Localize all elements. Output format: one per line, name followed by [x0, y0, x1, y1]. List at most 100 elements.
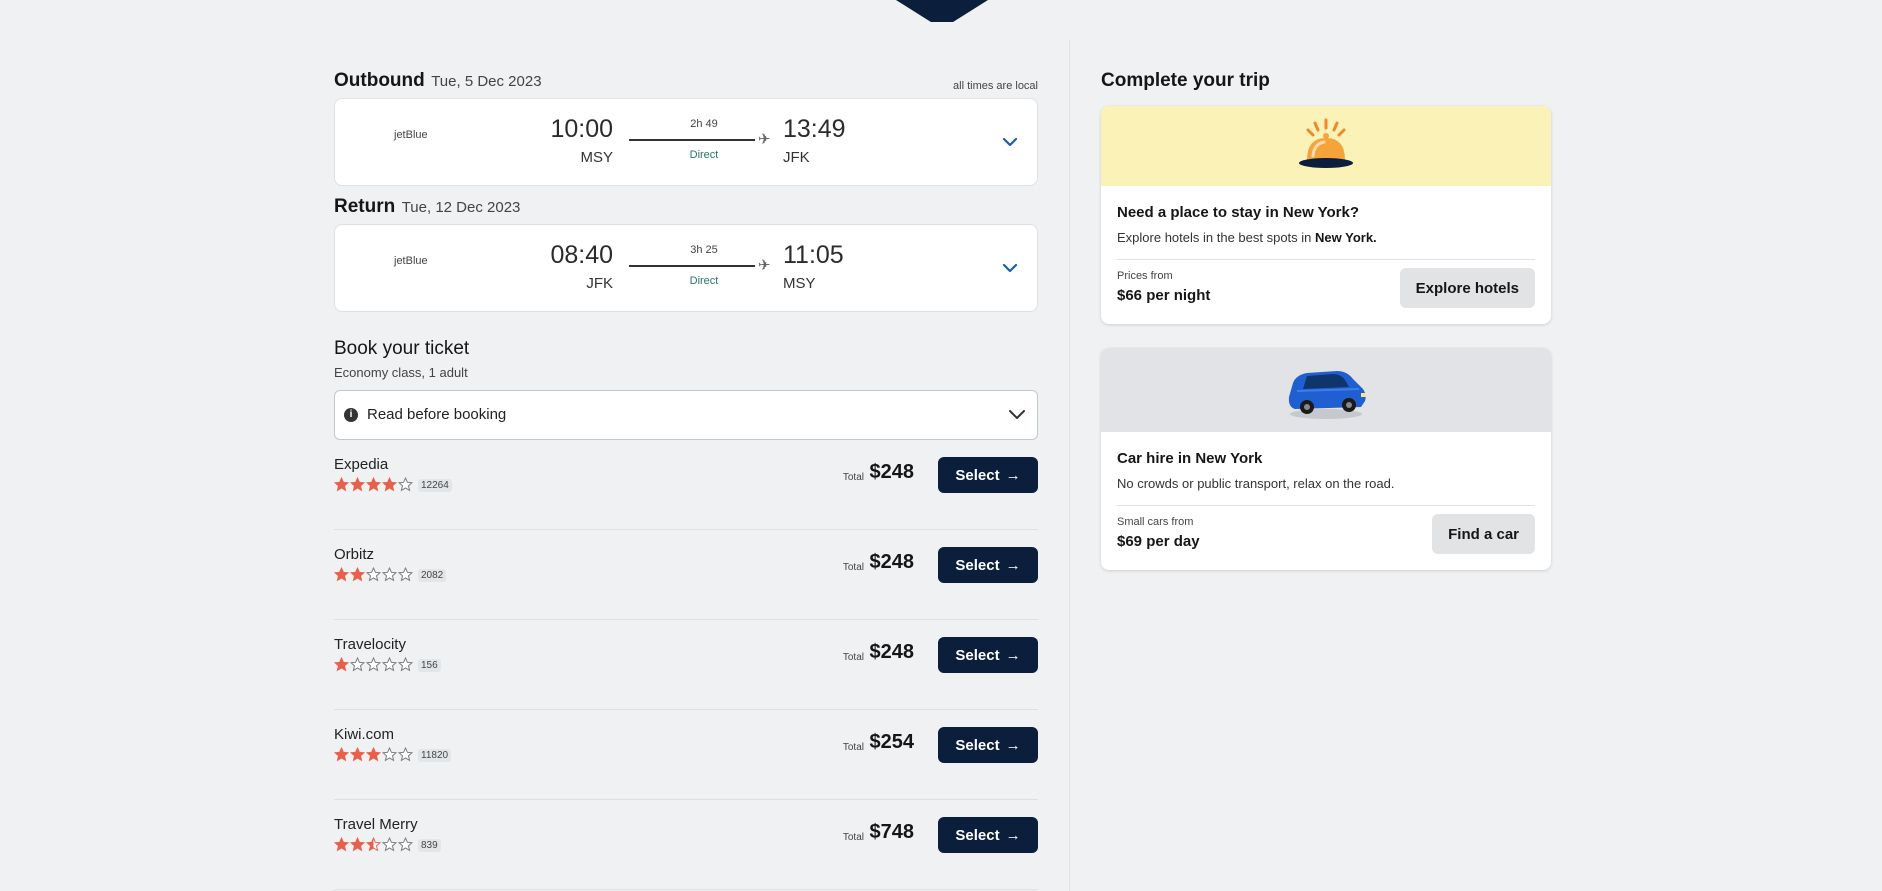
select-button[interactable]: Select → — [938, 457, 1038, 493]
column-divider — [1069, 40, 1070, 891]
car-price: $69 per day — [1117, 533, 1200, 550]
star-icon — [366, 567, 381, 582]
provider-list: Expedia 12264 Total $248 Select → Orbitz — [334, 440, 1038, 890]
star-icon — [350, 657, 365, 672]
review-count: 2082 — [418, 569, 447, 582]
select-label: Select — [955, 736, 1000, 754]
outbound-date: Tue, 5 Dec 2023 — [431, 73, 542, 90]
route-line — [629, 139, 755, 141]
star-icon — [398, 837, 413, 852]
arrow-right-icon: → — [1005, 466, 1021, 484]
select-button[interactable]: Select → — [938, 817, 1038, 853]
star-icon — [366, 477, 381, 492]
flight-duration: 2h 49 — [690, 118, 718, 130]
top-tab-indicator — [896, 0, 988, 22]
hotel-description: Explore hotels in the best spots in New … — [1117, 230, 1535, 245]
local-times-note: all times are local — [953, 80, 1038, 92]
airline-name: jetBlue — [394, 129, 428, 141]
select-label: Select — [955, 646, 1000, 664]
review-count: 839 — [418, 839, 441, 852]
arrow-right-icon: → — [1005, 826, 1021, 844]
departure-time: 10:00 — [550, 115, 613, 143]
star-icon — [350, 837, 365, 852]
return-header: Return Tue, 12 Dec 2023 — [334, 196, 1038, 220]
stops-label: Direct — [689, 149, 719, 161]
arrival-time: 11:05 — [783, 241, 844, 269]
chevron-down-icon[interactable] — [1001, 259, 1019, 277]
car-banner — [1101, 348, 1551, 432]
price: $248 — [869, 551, 915, 573]
car-description: No crowds or public transport, relax on … — [1117, 476, 1395, 491]
star-icon — [350, 567, 365, 582]
provider-row: Travel Merry 839 Total $748 Select → — [334, 800, 1038, 890]
select-button[interactable]: Select → — [938, 727, 1038, 763]
cabin-passengers: Economy class, 1 adult — [334, 365, 468, 380]
provider-row: Kiwi.com 11820 Total $254 Select → — [334, 710, 1038, 800]
stops-label: Direct — [689, 275, 719, 287]
provider-name: Expedia — [334, 456, 389, 473]
total-label: Total — [842, 652, 864, 663]
car-price-label: Small cars from — [1117, 516, 1194, 528]
star-icon — [382, 747, 397, 762]
select-label: Select — [955, 466, 1000, 484]
find-car-button[interactable]: Find a car — [1432, 514, 1535, 554]
car-heading: Car hire in New York — [1117, 450, 1263, 467]
select-button[interactable]: Select → — [938, 637, 1038, 673]
outbound-flight-card[interactable]: jetBlue 10:00 MSY 2h 49 ✈ Direct 13:49 J… — [334, 98, 1038, 186]
star-icon — [350, 477, 365, 492]
total-label: Total — [842, 742, 864, 753]
departure-airport: MSY — [580, 149, 613, 166]
star-icon — [334, 477, 349, 492]
bell-icon — [1299, 118, 1353, 168]
hotel-card: Need a place to stay in New York? Explor… — [1101, 106, 1551, 324]
plane-icon: ✈ — [758, 257, 771, 274]
star-icon — [382, 567, 397, 582]
arrival-airport: MSY — [783, 275, 816, 292]
provider-row: Travelocity 156 Total $248 Select → — [334, 620, 1038, 710]
read-before-booking-toggle[interactable]: i Read before booking — [334, 390, 1038, 440]
star-icon — [398, 567, 413, 582]
review-count: 12264 — [418, 479, 452, 492]
provider-row: Expedia 12264 Total $248 Select → — [334, 440, 1038, 530]
outbound-title: Outbound — [334, 70, 425, 91]
review-count: 156 — [418, 659, 441, 672]
star-rating — [334, 747, 414, 765]
total-label: Total — [842, 472, 864, 483]
chevron-down-icon[interactable] — [1001, 133, 1019, 151]
star-icon — [334, 567, 349, 582]
read-before-booking-label: Read before booking — [367, 406, 507, 423]
provider-name: Travel Merry — [334, 816, 418, 833]
departure-airport: JFK — [586, 275, 613, 292]
star-icon — [350, 747, 365, 762]
hotel-price: $66 per night — [1117, 287, 1211, 304]
star-rating — [334, 567, 414, 585]
hotel-heading: Need a place to stay in New York? — [1117, 204, 1360, 221]
total-label: Total — [842, 562, 864, 573]
arrival-airport: JFK — [783, 149, 810, 166]
star-icon — [366, 747, 381, 762]
complete-trip-title: Complete your trip — [1101, 70, 1270, 91]
route-line — [629, 265, 755, 267]
price: $748 — [869, 821, 915, 843]
star-rating — [334, 477, 414, 495]
star-rating — [334, 657, 414, 675]
star-icon — [366, 657, 381, 672]
outbound-header: Outbound Tue, 5 Dec 2023 all times are l… — [334, 70, 1038, 94]
provider-name: Kiwi.com — [334, 726, 395, 743]
provider-name: Travelocity — [334, 636, 406, 653]
arrow-right-icon: → — [1005, 736, 1021, 754]
return-flight-card[interactable]: jetBlue 08:40 JFK 3h 25 ✈ Direct 11:05 M… — [334, 224, 1038, 312]
star-icon — [382, 477, 397, 492]
car-icon — [1288, 371, 1366, 419]
star-icon — [366, 837, 381, 852]
price: $254 — [869, 731, 915, 753]
select-button[interactable]: Select → — [938, 547, 1038, 583]
select-label: Select — [955, 556, 1000, 574]
hotel-city: New York. — [1315, 230, 1377, 245]
return-date: Tue, 12 Dec 2023 — [401, 199, 521, 216]
price: $248 — [869, 641, 915, 663]
star-icon — [334, 747, 349, 762]
explore-hotels-button[interactable]: Explore hotels — [1399, 268, 1535, 308]
provider-row: Orbitz 2082 Total $248 Select → — [334, 530, 1038, 620]
price: $248 — [869, 461, 915, 483]
